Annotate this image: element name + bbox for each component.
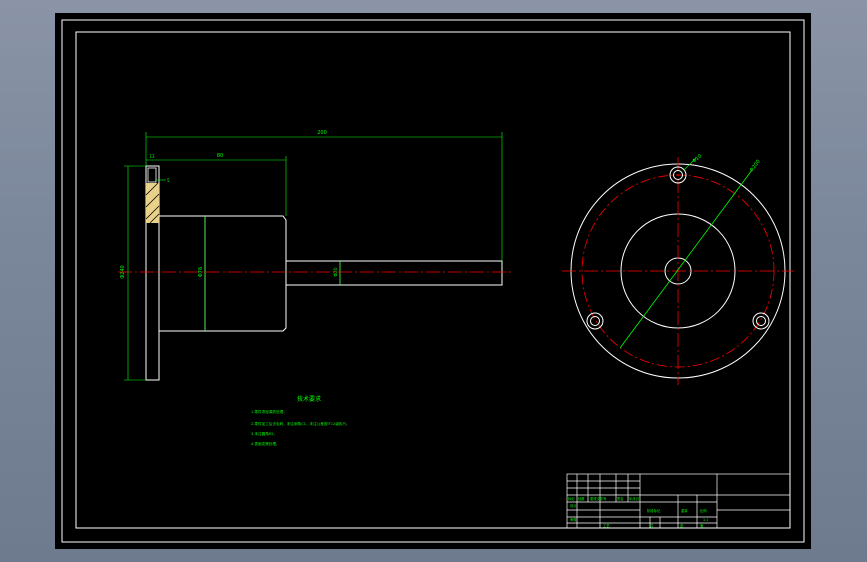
notes-title: 技术要求 [297,395,321,403]
tb-label: 审核 [570,517,577,522]
notes-line: 3.未注圆角R2。 [251,431,277,436]
dim-overall-length: 200 [317,130,327,136]
dim-shaft-diameter: Φ20 [333,267,339,276]
tb-scale: 1:1 [703,518,708,522]
tb-label: 重量 [681,508,688,513]
tb-label: 标记 [568,496,575,501]
tb-label: 比例 [700,508,707,513]
tb-label: 设计 [570,503,577,508]
dim-body-diameter: Φ76 [198,267,204,277]
notes-line: 2.零件加工后去毛刺，未注倒角C1，未注公差按IT12级执行。 [251,421,350,426]
tb-label: 更改文件号 [590,496,607,501]
tb-label: 阶段标记 [647,508,661,513]
cad-drawing-canvas: 200 80 13 5 Φ240 Φ76 Φ20 Φ200 Φ10 技术要求 1… [55,13,811,549]
tb-label: 年月日 [629,496,639,501]
dim-flange-thickness: 13 [149,154,155,159]
drawing-sheet [55,13,811,549]
tb-label: 处数 [578,496,585,501]
notes-line: 4.表面发黑处理。 [251,441,280,446]
tb-label: 工艺 [603,523,610,528]
tb-label: 签名 [617,496,624,501]
dim-flange-diameter: Φ240 [120,265,126,278]
notes-line: 1.零件须经调质处理。 [251,409,287,414]
dim-body-length: 80 [217,153,223,159]
